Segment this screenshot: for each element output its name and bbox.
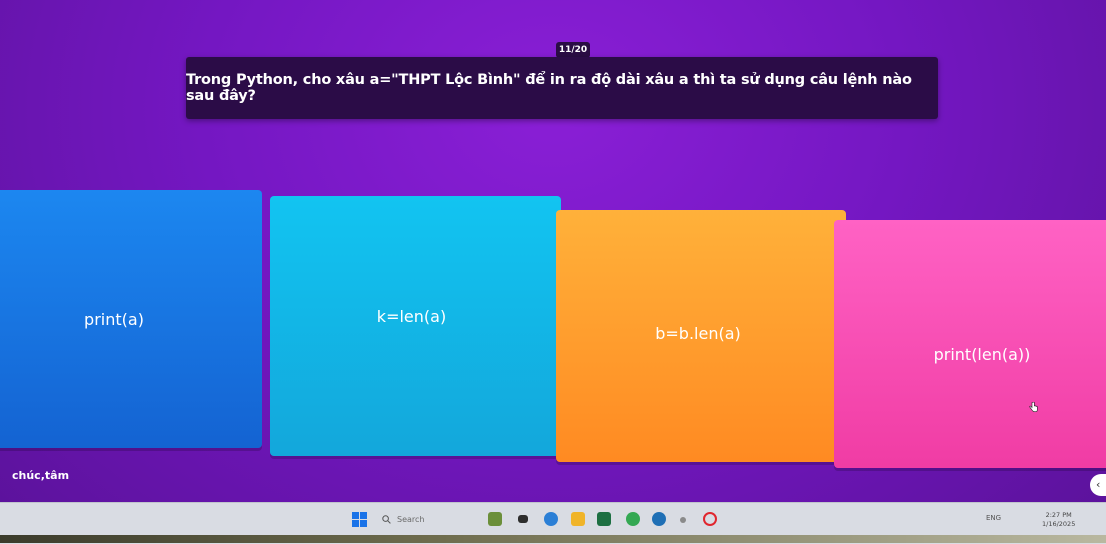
answers-row: print(a) k=len(a) b=b.len(a) print(len(a… bbox=[0, 0, 1106, 543]
answer-option-3[interactable]: b=b.len(a) bbox=[556, 210, 846, 462]
answer-option-1-label: print(a) bbox=[84, 309, 144, 329]
answer-option-1[interactable]: print(a) bbox=[0, 190, 262, 448]
answer-option-4-label: print(len(a)) bbox=[933, 344, 1031, 364]
answer-option-2-label: k=len(a) bbox=[376, 306, 447, 326]
search-placeholder: Search bbox=[397, 514, 425, 524]
windows-start-icon[interactable] bbox=[352, 512, 367, 527]
taskbar-app-pin-icon[interactable] bbox=[680, 517, 686, 523]
chat-user-name: chúc,tâm bbox=[12, 469, 70, 482]
taskbar-search[interactable]: Search bbox=[382, 511, 424, 527]
answer-option-3-label: b=b.len(a) bbox=[655, 323, 741, 343]
system-tray: ENG bbox=[962, 514, 1001, 522]
taskbar-app-explorer-icon[interactable] bbox=[571, 512, 585, 526]
search-icon bbox=[382, 514, 391, 524]
clock-time: 2:27 PM bbox=[1045, 511, 1072, 519]
taskbar-clock[interactable]: 2:27 PM 1/16/2025 bbox=[1042, 511, 1075, 529]
taskbar-app-taskview-icon[interactable] bbox=[518, 515, 528, 523]
clock-date: 1/16/2025 bbox=[1042, 520, 1076, 528]
chevron-left-icon: ‹ bbox=[1096, 478, 1101, 491]
tray-lang[interactable]: ENG bbox=[986, 514, 1001, 522]
answer-option-2[interactable]: k=len(a) bbox=[270, 196, 561, 456]
answer-option-4[interactable]: print(len(a)) bbox=[834, 220, 1106, 468]
taskbar-app-widgets-icon[interactable] bbox=[488, 512, 502, 526]
taskbar-bezel bbox=[0, 535, 1106, 543]
hand-cursor-icon bbox=[1029, 402, 1038, 412]
taskbar-app-opera-icon[interactable] bbox=[703, 512, 717, 526]
taskbar-app-browser-icon[interactable] bbox=[652, 512, 666, 526]
taskbar-app-chrome-icon[interactable] bbox=[626, 512, 640, 526]
taskbar-app-excel-icon[interactable] bbox=[597, 512, 611, 526]
taskbar-app-edge-icon[interactable] bbox=[544, 512, 558, 526]
chat-toggle-button[interactable]: ‹ bbox=[1090, 474, 1106, 496]
